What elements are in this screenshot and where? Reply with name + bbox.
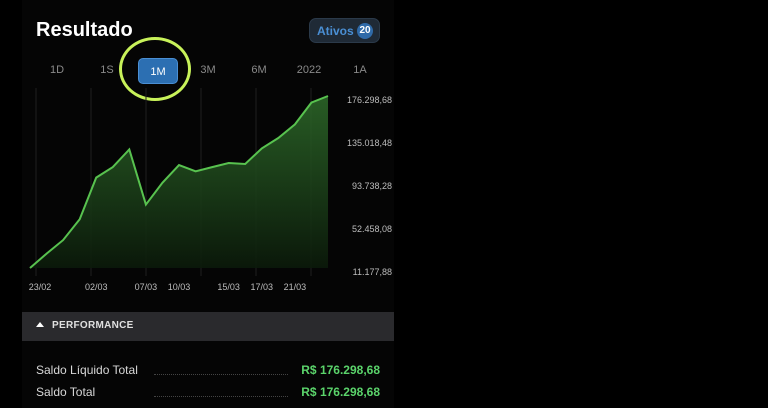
x-tick-label: 07/03: [135, 282, 158, 292]
x-tick-label: 10/03: [168, 282, 191, 292]
tab-1d[interactable]: 1D: [37, 64, 77, 76]
ativos-count-badge: 20: [357, 23, 373, 39]
row-value: R$ 176.298,68: [301, 385, 380, 399]
data-point: [195, 170, 197, 172]
y-tick-label: 52.458,08: [352, 224, 392, 234]
performance-section-header[interactable]: PERFORMANCE: [22, 312, 394, 341]
x-tick-label: 21/03: [284, 282, 307, 292]
page-title: Resultado: [36, 19, 133, 41]
tab-3m[interactable]: 3M: [188, 64, 228, 76]
period-tabs: 1D 1S 1M 3M 6M 2022 1A: [22, 58, 394, 88]
row-leader-dots: [154, 374, 288, 375]
x-tick-label: 17/03: [251, 282, 274, 292]
data-point: [112, 166, 114, 168]
data-point: [62, 239, 64, 241]
y-tick-label: 176.298,68: [347, 95, 392, 105]
x-tick-label: 15/03: [217, 282, 240, 292]
x-tick-label: 02/03: [85, 282, 108, 292]
chart-area-fill: [30, 96, 328, 268]
data-point: [79, 218, 81, 220]
data-point: [145, 204, 147, 206]
saldo-liquido-row: Saldo Líquido Total R$ 176.298,68: [36, 363, 380, 381]
data-point: [211, 166, 213, 168]
tab-1a[interactable]: 1A: [340, 64, 380, 76]
data-point: [327, 95, 329, 97]
data-point: [294, 123, 296, 125]
data-point: [161, 182, 163, 184]
data-point: [95, 177, 97, 179]
data-point: [29, 267, 31, 269]
data-point: [228, 162, 230, 164]
collapse-arrow-icon: [36, 322, 44, 327]
row-value: R$ 176.298,68: [301, 363, 380, 377]
data-point: [261, 147, 263, 149]
result-panel: Resultado Ativos 20 1D 1S 1M 3M 6M 2022 …: [22, 0, 394, 408]
data-point: [178, 164, 180, 166]
ativos-label: Ativos: [317, 24, 354, 38]
performance-label: PERFORMANCE: [52, 320, 134, 331]
result-chart: 176.298,68 135.018,48 93.738,28 52.458,08 11…: [29, 88, 392, 292]
tab-2022[interactable]: 2022: [289, 64, 329, 76]
tab-6m[interactable]: 6M: [239, 64, 279, 76]
data-point: [244, 163, 246, 165]
y-tick-label: 93.738,28: [352, 181, 392, 191]
x-tick-label: 23/02: [29, 282, 52, 292]
y-tick-label: 135.018,48: [347, 138, 392, 148]
ativos-button[interactable]: Ativos 20: [309, 18, 380, 43]
row-leader-dots: [154, 396, 288, 397]
data-point: [128, 148, 130, 150]
row-label: Saldo Total: [36, 385, 96, 399]
row-label: Saldo Líquido Total: [36, 363, 138, 377]
data-point: [277, 137, 279, 139]
saldo-total-row: Saldo Total R$ 176.298,68: [36, 385, 380, 403]
data-point: [310, 102, 312, 104]
data-point: [46, 253, 48, 255]
y-tick-label: 11.177,88: [353, 267, 392, 277]
